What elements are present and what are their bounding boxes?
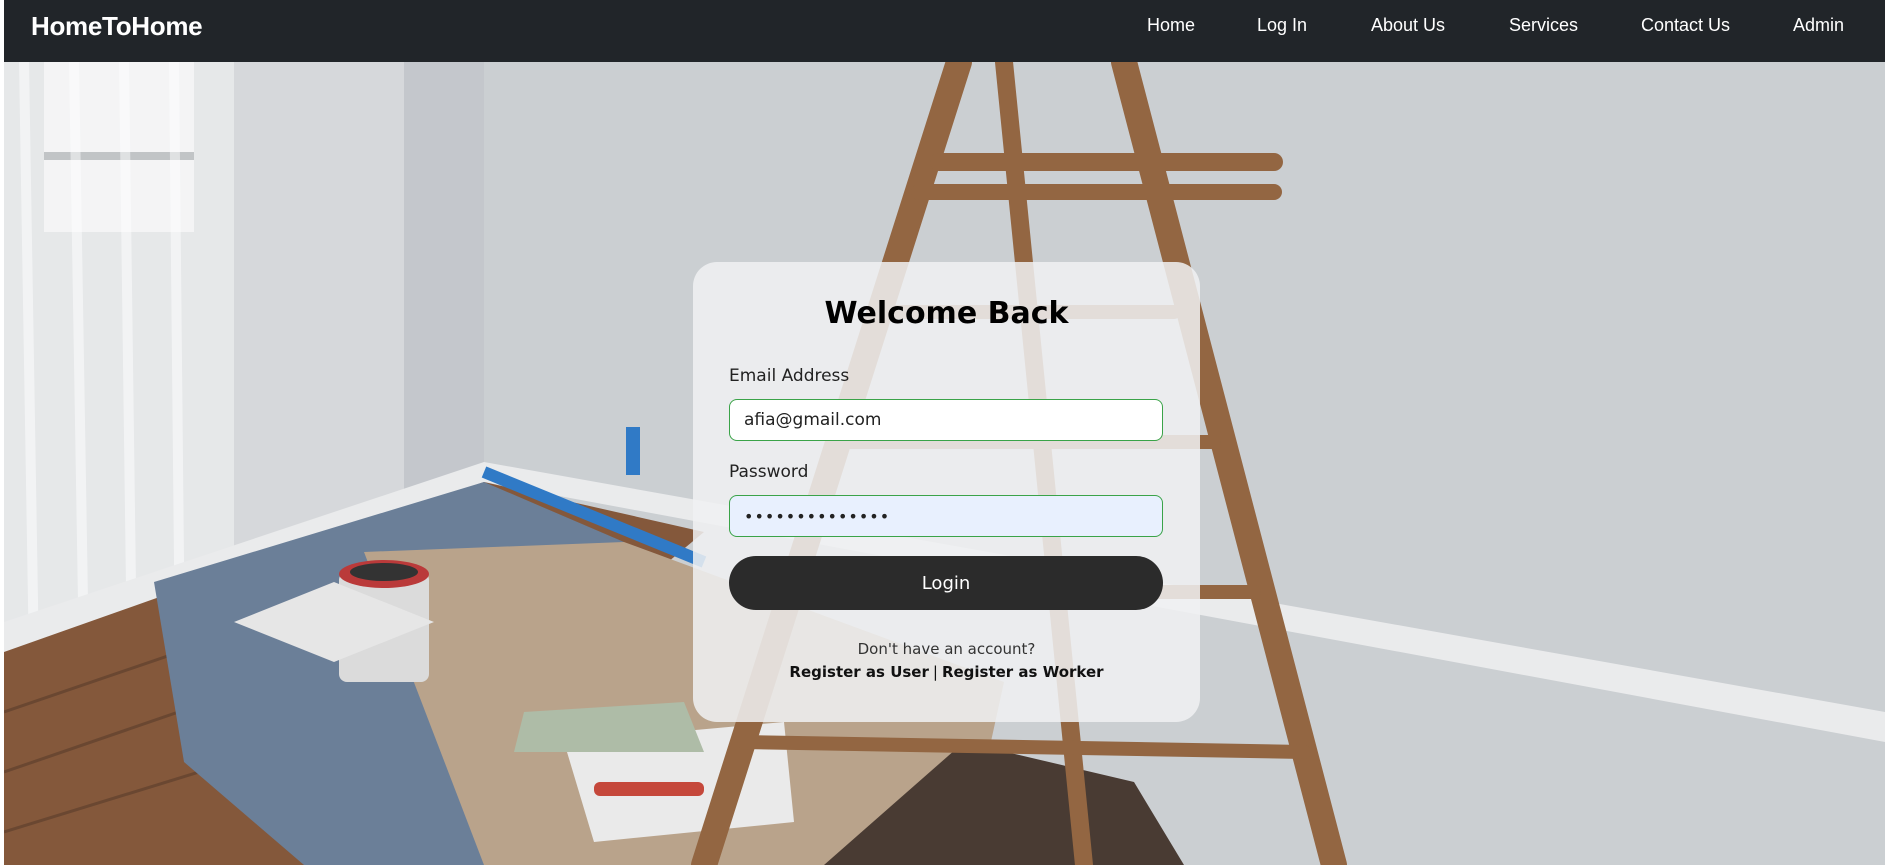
password-value: •••••••••••••• [744,506,891,526]
password-label: Password [729,462,809,482]
nav-admin[interactable]: Admin [1793,15,1844,36]
left-edge [0,0,4,865]
nav-contact-us[interactable]: Contact Us [1641,15,1730,36]
nav-about-us[interactable]: About Us [1371,15,1445,36]
navbar: HomeToHome Home Log In About Us Services… [4,0,1885,62]
nav-login[interactable]: Log In [1257,15,1307,36]
nav-home[interactable]: Home [1147,15,1195,36]
page: HomeToHome Home Log In About Us Services… [0,0,1885,865]
register-user-link[interactable]: Register as User [789,663,928,681]
nav-services[interactable]: Services [1509,15,1578,36]
register-separator: | [932,663,938,681]
login-card: Welcome Back Email Address afia@gmail.co… [693,262,1200,722]
card-title: Welcome Back [824,296,1069,331]
email-label: Email Address [729,366,850,386]
brand-logo[interactable]: HomeToHome [31,11,203,42]
password-field[interactable]: •••••••••••••• [729,495,1163,537]
email-field[interactable]: afia@gmail.com [729,399,1163,441]
no-account-text: Don't have an account? [857,640,1036,658]
email-value: afia@gmail.com [744,410,882,430]
login-button[interactable]: Login [729,556,1163,610]
register-worker-link[interactable]: Register as Worker [942,663,1104,681]
register-links: Register as User | Register as Worker [693,663,1200,681]
